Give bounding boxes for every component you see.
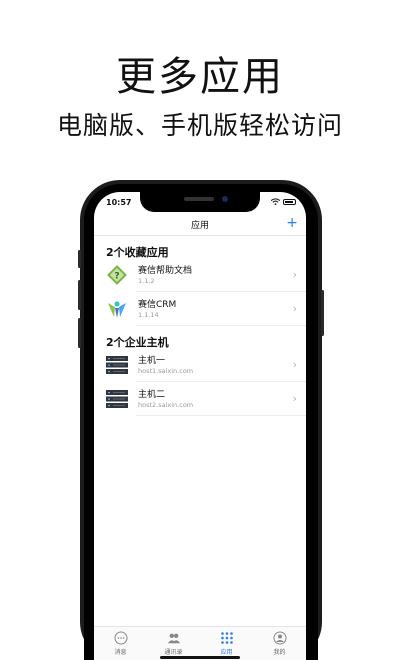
volume-up-button <box>78 280 81 310</box>
crm-icon <box>108 301 126 318</box>
promo-headline: 更多应用 <box>116 54 284 100</box>
power-button <box>321 290 324 336</box>
front-camera <box>222 196 228 202</box>
divider <box>136 325 306 326</box>
tab-label: 消息 <box>114 649 127 656</box>
help-doc-icon: ? <box>107 265 127 285</box>
contacts-icon <box>167 633 180 644</box>
chevron-right-icon: › <box>292 302 297 315</box>
svg-text:?: ? <box>114 272 119 282</box>
wifi-icon <box>271 198 280 205</box>
divider <box>136 415 306 416</box>
chevron-right-icon: › <box>292 358 297 371</box>
phone-screen: 10:57 应用 + 2个收藏应用 ? 赛信帮助文档 1.1.2 › 赛信CRM… <box>94 192 306 660</box>
tab-bar: 消息 通讯录 应用 我的 <box>94 626 306 660</box>
battery-icon <box>283 198 296 205</box>
host-name: 主机一 <box>138 356 166 366</box>
app-version: 1.1.2 <box>138 277 155 285</box>
nav-bar: 应用 + <box>94 214 306 236</box>
list-item-favorite-app[interactable]: ? 赛信帮助文档 1.1.2 › <box>94 258 306 292</box>
speaker-grille <box>184 197 214 201</box>
server-icon <box>106 390 128 408</box>
list-item-host[interactable]: 主机二 host2.saixin.com › <box>94 382 306 416</box>
list-item-favorite-app[interactable]: 赛信CRM 1.1.14 › <box>94 292 306 326</box>
notch <box>140 192 260 212</box>
volume-down-button <box>78 318 81 348</box>
phone-frame: 10:57 应用 + 2个收藏应用 ? 赛信帮助文档 1.1.2 › 赛信CRM… <box>78 180 324 660</box>
app-version: 1.1.14 <box>138 311 159 319</box>
tab-messages[interactable]: 消息 <box>94 627 147 660</box>
profile-icon <box>273 631 286 645</box>
status-time: 10:57 <box>106 198 132 207</box>
list-item-host[interactable]: 主机一 host1.saixin.com › <box>94 348 306 382</box>
status-icons <box>271 198 296 205</box>
promo-subheadline: 电脑版、手机版轻松访问 <box>56 111 343 140</box>
chat-bubble-icon <box>114 631 127 645</box>
add-button[interactable]: + <box>286 215 298 231</box>
tab-label: 应用 <box>220 649 233 656</box>
home-indicator <box>160 656 240 659</box>
host-address: host2.saixin.com <box>138 401 194 409</box>
app-name: 赛信CRM <box>138 300 177 310</box>
chevron-right-icon: › <box>292 268 297 281</box>
server-icon <box>106 356 128 374</box>
tab-label: 我的 <box>273 649 286 656</box>
host-address: host1.saixin.com <box>138 367 194 375</box>
app-name: 赛信帮助文档 <box>138 266 193 276</box>
mute-switch <box>78 250 81 268</box>
chevron-right-icon: › <box>292 392 297 405</box>
tab-profile[interactable]: 我的 <box>253 627 306 660</box>
host-name: 主机二 <box>138 390 166 400</box>
tab-label: 通讯录 <box>164 649 183 656</box>
apps-grid-icon <box>220 632 233 644</box>
nav-title: 应用 <box>190 221 209 231</box>
